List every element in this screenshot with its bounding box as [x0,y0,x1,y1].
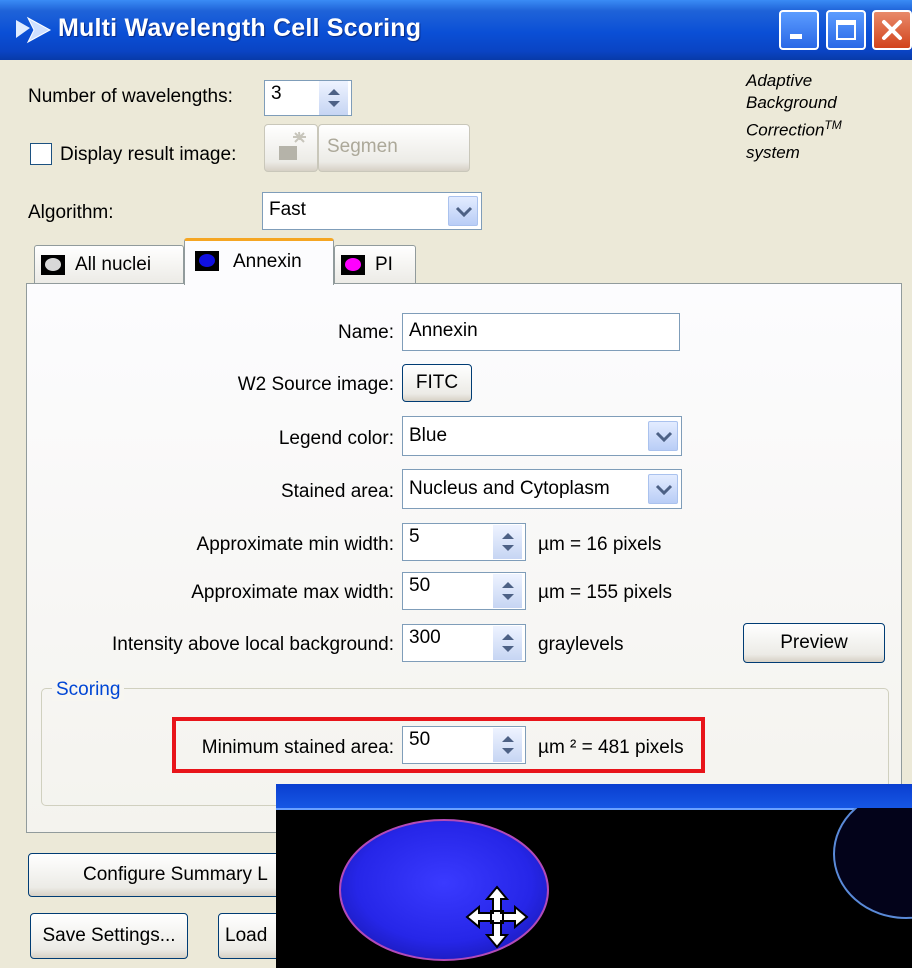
legend-color-label: Legend color: [278,428,394,449]
tab-all-nuclei-label: All nuclei [75,254,152,275]
stained-area-dropdown-button[interactable] [648,474,678,504]
chevron-down-icon [655,484,673,496]
max-width-label: Approximate max width: [191,582,394,603]
min-width-label: Approximate min width: [196,534,394,555]
min-width-unit: µm = 16 pixels [538,534,662,555]
move-cursor-icon [465,885,529,949]
segmen-button: Segmen [318,124,470,172]
minimize-icon [790,34,802,39]
tab-pi-label: PI [375,254,393,275]
display-result-label: Display result image: [60,144,237,165]
tab-annexin-label: Annexin [233,251,302,272]
legend-color-select[interactable]: Blue [402,416,682,456]
branding-line-3: CorrectionTM [746,114,842,142]
close-button[interactable] [872,10,912,50]
num-wavelengths-spinner[interactable] [318,81,348,115]
tab-annexin[interactable]: Annexin [184,238,334,285]
max-width-spinner[interactable] [492,574,522,608]
spin-arrows-icon [502,533,514,551]
chevron-down-icon [455,206,473,218]
name-input[interactable]: Annexin [402,313,680,351]
intensity-unit: graylevels [538,634,624,655]
minimize-button[interactable] [779,10,819,50]
sparkle-image-icon [279,131,306,160]
app-window: Multi Wavelength Cell Scoring Adaptive B… [0,0,912,968]
scoring-title: Scoring [52,679,125,701]
tab-all-nuclei[interactable]: All nuclei [34,245,184,283]
fluorescence-image [339,808,912,961]
maximize-button[interactable] [826,10,866,50]
stained-area-select[interactable]: Nucleus and Cytoplasm [402,469,682,509]
annexin-swatch [195,251,219,271]
branding-text: Adaptive Background CorrectionTM system [746,70,842,164]
branding-correction: Correction [746,120,825,140]
preview-button[interactable]: Preview [743,623,885,663]
source-image-label: W2 Source image: [237,374,394,395]
save-settings-button[interactable]: Save Settings... [30,913,188,959]
legend-color-dropdown-button[interactable] [648,421,678,451]
num-wavelengths-label: Number of wavelengths: [28,86,233,107]
image-viewer-overlay[interactable] [276,784,912,968]
stained-area-label: Stained area: [280,481,394,502]
highlight-box [172,717,705,773]
maximize-icon [836,20,856,40]
window-title: Multi Wavelength Cell Scoring [58,14,422,42]
branding-line-2: Background [746,93,837,112]
spin-arrows-icon [328,89,340,107]
pi-swatch [341,255,365,275]
name-label: Name: [338,322,394,343]
spin-arrows-icon [502,634,514,652]
min-width-spinner[interactable] [492,525,522,559]
title-bar[interactable]: Multi Wavelength Cell Scoring [0,0,912,60]
scoring-app-icon [16,16,52,44]
trademark-mark: TM [824,118,842,132]
segment-image-button [264,124,318,172]
intensity-label: Intensity above local background: [111,634,394,655]
intensity-spinner[interactable] [492,626,522,660]
overlay-title-strip [276,784,912,810]
algorithm-dropdown-button[interactable] [448,196,478,226]
branding-line-1: Adaptive [746,71,813,90]
close-icon [882,20,902,40]
max-width-unit: µm = 155 pixels [538,582,672,603]
display-result-checkbox[interactable] [30,143,52,165]
source-image-button[interactable]: FITC [402,364,472,402]
tab-pi[interactable]: PI [334,245,416,283]
chevron-down-icon [655,431,673,443]
all-nuclei-swatch [41,255,65,275]
edge-cell [833,808,912,919]
spin-arrows-icon [502,582,514,600]
algorithm-label: Algorithm: [28,202,114,223]
branding-line-4: system [746,142,800,162]
